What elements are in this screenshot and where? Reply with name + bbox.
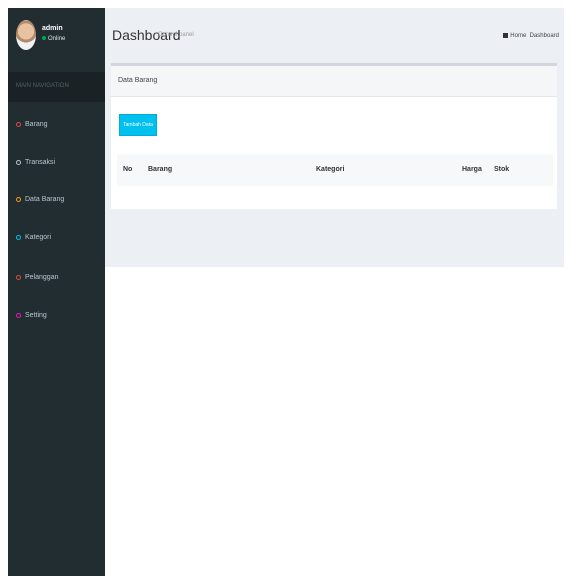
column-header-stok[interactable]: Stok	[494, 166, 509, 173]
sidebar-item-label: Pelanggan	[25, 274, 59, 281]
breadcrumb-home-link[interactable]: Home	[510, 33, 526, 39]
sidebar-item-label: Setting	[25, 312, 47, 319]
user-panel: admin Online	[8, 8, 105, 72]
breadcrumb-current: Dashboard	[529, 33, 559, 40]
circle-icon	[16, 122, 21, 127]
sidebar-item-data-barang[interactable]: Data Barang	[8, 190, 105, 212]
column-header-barang[interactable]: Barang	[148, 166, 172, 173]
sidebar: admin Online MAIN NAVIGATION Barang Tran…	[8, 8, 105, 576]
sidebar-item-setting[interactable]: Setting	[8, 306, 105, 328]
avatar	[16, 20, 36, 50]
table-header-row: No Barang Kategori Harga Stok	[117, 154, 553, 186]
sidebar-item-transaksi[interactable]: Transaksi	[8, 153, 105, 175]
circle-icon	[16, 197, 21, 202]
column-header-harga[interactable]: Harga	[462, 166, 482, 173]
circle-icon	[16, 160, 21, 165]
sidebar-item-label: Transaksi	[25, 159, 56, 166]
data-box: Data Barang Tambah Data No Barang Katego…	[111, 63, 557, 209]
box-title: Data Barang	[118, 77, 158, 84]
sidebar-item-label: Barang	[25, 121, 48, 128]
sidebar-item-pelanggan[interactable]: Pelanggan	[8, 268, 105, 290]
content-area: Dashboard Control panel Home Dashboard D…	[105, 8, 564, 267]
page-subtitle: Control panel	[158, 32, 194, 38]
add-data-button[interactable]: Tambah Data	[119, 114, 157, 136]
sidebar-item-barang[interactable]: Barang	[8, 115, 105, 137]
circle-icon	[16, 275, 21, 280]
column-header-kategori[interactable]: Kategori	[316, 166, 344, 173]
breadcrumb: Home Dashboard	[503, 33, 559, 39]
home-icon	[503, 33, 509, 38]
user-name: admin	[42, 25, 63, 32]
app-frame: admin Online MAIN NAVIGATION Barang Tran…	[8, 8, 564, 576]
user-status: Online	[42, 36, 65, 42]
column-header-no[interactable]: No	[123, 166, 132, 173]
sidebar-item-kategori[interactable]: Kategori	[8, 228, 105, 250]
circle-icon	[16, 313, 21, 318]
online-status-icon	[42, 36, 46, 40]
circle-icon	[16, 235, 21, 240]
user-status-label: Online	[48, 36, 66, 42]
sidebar-menu-header: MAIN NAVIGATION	[8, 72, 105, 102]
sidebar-menu-header-label: MAIN NAVIGATION	[16, 83, 69, 89]
box-header: Data Barang	[111, 66, 557, 97]
sidebar-item-label: Kategori	[25, 234, 52, 241]
sidebar-item-label: Data Barang	[25, 196, 65, 203]
